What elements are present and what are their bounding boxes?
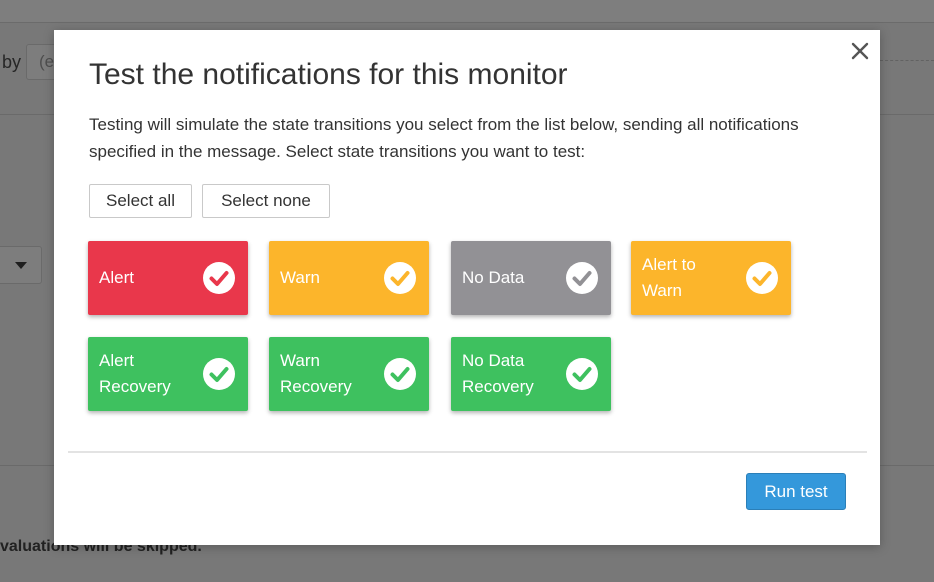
tile-label-line: Recovery — [462, 377, 534, 396]
check-circle-icon — [384, 262, 416, 294]
test-notifications-modal: Test the notifications for this monitor … — [54, 30, 880, 545]
tile-label: Alert Recovery — [99, 337, 199, 411]
tile-alert-recovery[interactable]: Alert Recovery — [88, 337, 248, 411]
background-select — [0, 246, 42, 284]
background-input-text: (e — [39, 52, 55, 71]
select-all-button[interactable]: Select all — [89, 184, 192, 218]
background-dashed-line — [880, 60, 934, 61]
tile-no-data-recovery[interactable]: No Data Recovery — [451, 337, 611, 411]
tile-label-line: Warn — [642, 281, 682, 300]
modal-title: Test the notifications for this monitor — [89, 58, 568, 91]
tile-label: No Data Recovery — [462, 337, 562, 411]
modal-footer-divider — [68, 451, 867, 453]
background-header — [0, 0, 934, 23]
modal-description: Testing will simulate the state transiti… — [89, 115, 799, 161]
check-circle-icon — [746, 262, 778, 294]
tile-label-line: No Data — [462, 351, 525, 370]
tile-label-line: Alert to — [642, 255, 696, 274]
tile-label-line: Alert — [99, 268, 134, 287]
tile-alert[interactable]: Alert — [88, 241, 248, 315]
check-circle-icon — [566, 262, 598, 294]
tile-warn[interactable]: Warn — [269, 241, 429, 315]
close-icon — [851, 42, 869, 60]
tile-label: No Data — [462, 241, 562, 315]
tile-label: Alert — [99, 241, 199, 315]
tile-label: Warn Recovery — [280, 337, 380, 411]
check-circle-icon — [384, 358, 416, 390]
background-by-label: by — [2, 52, 22, 72]
tile-warn-recovery[interactable]: Warn Recovery — [269, 337, 429, 411]
tile-label-line: Alert — [99, 351, 134, 370]
check-circle-icon — [203, 262, 235, 294]
tile-label-line: Recovery — [99, 377, 171, 396]
select-none-button[interactable]: Select none — [202, 184, 330, 218]
run-test-button[interactable]: Run test — [746, 473, 846, 510]
tile-label-line: Recovery — [280, 377, 352, 396]
tile-alert-to-warn[interactable]: Alert to Warn — [631, 241, 791, 315]
close-button[interactable] — [847, 38, 873, 64]
tile-label: Alert to Warn — [642, 241, 742, 315]
tile-label-line: No Data — [462, 268, 525, 287]
check-circle-icon — [203, 358, 235, 390]
tile-label-line: Warn — [280, 268, 320, 287]
tile-no-data[interactable]: No Data — [451, 241, 611, 315]
tile-label: Warn — [280, 241, 380, 315]
caret-down-icon — [15, 262, 27, 269]
check-circle-icon — [566, 358, 598, 390]
tile-label-line: Warn — [280, 351, 320, 370]
